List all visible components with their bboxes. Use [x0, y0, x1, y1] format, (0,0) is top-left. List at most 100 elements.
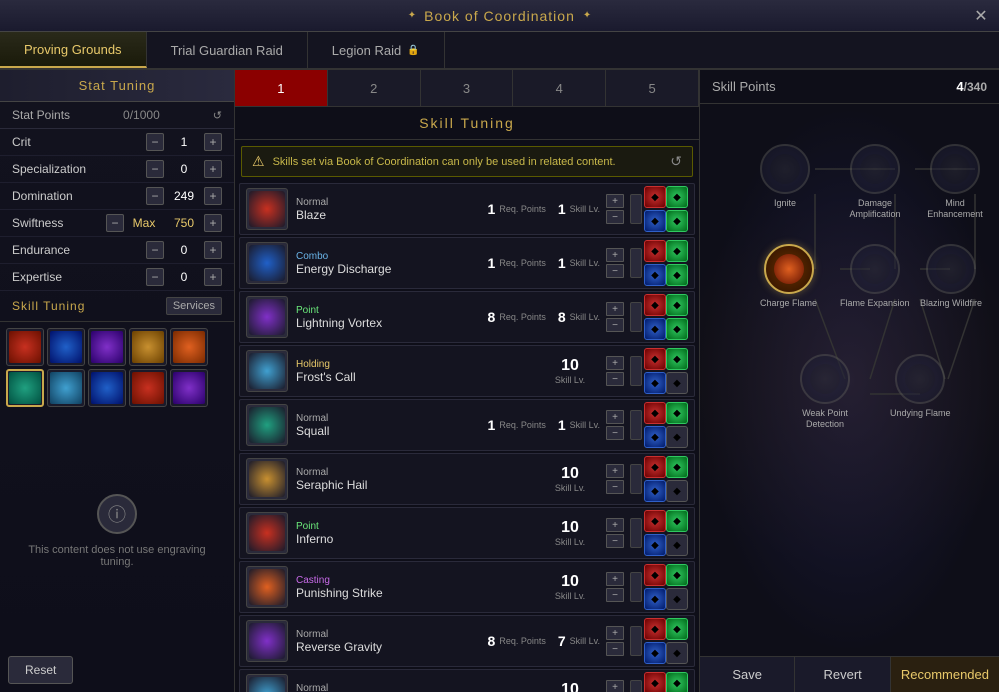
- dom-minus-btn[interactable]: −: [146, 187, 164, 205]
- gem-extra-4[interactable]: ◆: [666, 426, 688, 448]
- gem-blue-0[interactable]: ◆: [644, 210, 666, 232]
- build-tab-1[interactable]: 1: [235, 70, 328, 106]
- skill-minus-btn-1[interactable]: −: [606, 264, 624, 278]
- skill-slot-1[interactable]: [6, 328, 44, 366]
- skill-plus-btn-3[interactable]: +: [606, 356, 624, 370]
- reset-button[interactable]: Reset: [8, 656, 73, 684]
- gem-blue-3[interactable]: ◆: [644, 372, 666, 394]
- gem-blue-6[interactable]: ◆: [644, 534, 666, 556]
- gem-extra-7[interactable]: ◆: [666, 588, 688, 610]
- gem-red-4[interactable]: ◆: [644, 402, 666, 424]
- spec-plus-btn[interactable]: +: [204, 160, 222, 178]
- swift-minus-btn[interactable]: −: [106, 214, 124, 232]
- crit-plus-btn[interactable]: +: [204, 133, 222, 151]
- gem-red-0[interactable]: ◆: [644, 186, 666, 208]
- skill-icon-6[interactable]: [246, 512, 288, 554]
- skill-minus-btn-6[interactable]: −: [606, 534, 624, 548]
- gem-blue-1[interactable]: ◆: [644, 264, 666, 286]
- skill-icon-5[interactable]: [246, 458, 288, 500]
- gem-red-2[interactable]: ◆: [644, 294, 666, 316]
- gem-green-8[interactable]: ◆: [666, 618, 688, 640]
- spec-minus-btn[interactable]: −: [146, 160, 164, 178]
- recommended-button[interactable]: Recommended: [891, 657, 999, 692]
- skill-detail-btn-8[interactable]: [630, 626, 642, 656]
- gem-green-2[interactable]: ◆: [666, 294, 688, 316]
- tab-legion-raid[interactable]: Legion Raid 🔒: [308, 32, 445, 68]
- gem-extra-3[interactable]: ◆: [666, 372, 688, 394]
- skill-icon-9[interactable]: [246, 674, 288, 692]
- gem-extra-2[interactable]: ◆: [666, 318, 688, 340]
- skill-detail-btn-5[interactable]: [630, 464, 642, 494]
- skill-detail-btn-0[interactable]: [630, 194, 642, 224]
- skill-plus-btn-6[interactable]: +: [606, 518, 624, 532]
- skill-detail-btn-6[interactable]: [630, 518, 642, 548]
- skill-slot-6[interactable]: [6, 369, 44, 407]
- gem-red-5[interactable]: ◆: [644, 456, 666, 478]
- gem-extra-0[interactable]: ◆: [666, 210, 688, 232]
- skill-minus-btn-0[interactable]: −: [606, 210, 624, 224]
- exp-minus-btn[interactable]: −: [146, 268, 164, 286]
- skill-plus-btn-1[interactable]: +: [606, 248, 624, 262]
- skill-icon-8[interactable]: [246, 620, 288, 662]
- gem-green-1[interactable]: ◆: [666, 240, 688, 262]
- tab-proving-grounds[interactable]: Proving Grounds: [0, 32, 147, 68]
- skill-node-flame-expansion[interactable]: Flame Expansion: [840, 244, 910, 309]
- gem-extra-1[interactable]: ◆: [666, 264, 688, 286]
- skill-icon-7[interactable]: [246, 566, 288, 608]
- services-button[interactable]: Services: [166, 297, 222, 315]
- skill-slot-3[interactable]: [88, 328, 126, 366]
- skill-minus-btn-4[interactable]: −: [606, 426, 624, 440]
- skill-icon-3[interactable]: [246, 350, 288, 392]
- gem-blue-4[interactable]: ◆: [644, 426, 666, 448]
- end-minus-btn[interactable]: −: [146, 241, 164, 259]
- skill-minus-btn-7[interactable]: −: [606, 588, 624, 602]
- skill-icon-0[interactable]: [246, 188, 288, 230]
- gem-green-7[interactable]: ◆: [666, 564, 688, 586]
- skill-node-undying-flame[interactable]: Undying Flame: [890, 354, 951, 419]
- gem-green-3[interactable]: ◆: [666, 348, 688, 370]
- gem-blue-2[interactable]: ◆: [644, 318, 666, 340]
- skill-detail-btn-1[interactable]: [630, 248, 642, 278]
- build-tab-5[interactable]: 5: [606, 70, 699, 106]
- end-plus-btn[interactable]: +: [204, 241, 222, 259]
- build-tab-3[interactable]: 3: [421, 70, 514, 106]
- skill-node-charge-flame[interactable]: Charge Flame: [760, 244, 817, 309]
- skill-minus-btn-3[interactable]: −: [606, 372, 624, 386]
- gem-extra-6[interactable]: ◆: [666, 534, 688, 556]
- swift-plus-btn[interactable]: +: [204, 214, 222, 232]
- gem-blue-5[interactable]: ◆: [644, 480, 666, 502]
- gem-red-3[interactable]: ◆: [644, 348, 666, 370]
- skill-node-ignite[interactable]: Ignite: [760, 144, 810, 209]
- skill-slot-2[interactable]: [47, 328, 85, 366]
- gem-extra-5[interactable]: ◆: [666, 480, 688, 502]
- gem-green-5[interactable]: ◆: [666, 456, 688, 478]
- skill-slot-4[interactable]: [129, 328, 167, 366]
- skill-slot-10[interactable]: [170, 369, 208, 407]
- skill-icon-2[interactable]: [246, 296, 288, 338]
- skill-slot-8[interactable]: [88, 369, 126, 407]
- skill-minus-btn-5[interactable]: −: [606, 480, 624, 494]
- save-button[interactable]: Save: [700, 657, 795, 692]
- gem-red-7[interactable]: ◆: [644, 564, 666, 586]
- skill-node-blazing-wildfire[interactable]: Blazing Wildfire: [920, 244, 982, 309]
- skill-detail-btn-4[interactable]: [630, 410, 642, 440]
- skill-slot-7[interactable]: [47, 369, 85, 407]
- skill-slot-9[interactable]: [129, 369, 167, 407]
- skill-minus-btn-2[interactable]: −: [606, 318, 624, 332]
- skill-plus-btn-4[interactable]: +: [606, 410, 624, 424]
- skill-detail-btn-7[interactable]: [630, 572, 642, 602]
- build-tab-4[interactable]: 4: [513, 70, 606, 106]
- gem-red-1[interactable]: ◆: [644, 240, 666, 262]
- crit-minus-btn[interactable]: −: [146, 133, 164, 151]
- gem-red-6[interactable]: ◆: [644, 510, 666, 532]
- skill-icon-1[interactable]: [246, 242, 288, 284]
- revert-button[interactable]: Revert: [795, 657, 890, 692]
- gem-extra-8[interactable]: ◆: [666, 642, 688, 664]
- skill-detail-btn-2[interactable]: [630, 302, 642, 332]
- skill-plus-btn-5[interactable]: +: [606, 464, 624, 478]
- gem-blue-7[interactable]: ◆: [644, 588, 666, 610]
- dom-plus-btn[interactable]: +: [204, 187, 222, 205]
- skill-slot-5[interactable]: [170, 328, 208, 366]
- gem-blue-8[interactable]: ◆: [644, 642, 666, 664]
- skill-plus-btn-0[interactable]: +: [606, 194, 624, 208]
